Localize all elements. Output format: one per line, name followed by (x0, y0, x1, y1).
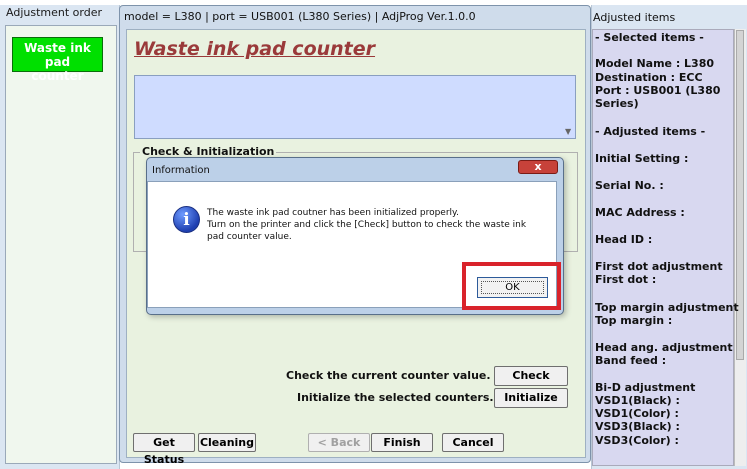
adjustment-order-list (5, 25, 117, 464)
right-line: Model Name : L380 (595, 57, 715, 70)
right-line: - Selected items - (595, 31, 704, 44)
right-line: Top margin adjustment (595, 301, 739, 314)
adjusted-items-title: Adjusted items (593, 11, 676, 24)
adjustment-order-title: Adjustment order (6, 6, 102, 19)
scroll-down-arrow-icon[interactable]: ▼ (565, 127, 571, 136)
right-line: Head ID : (595, 233, 653, 246)
dialog-title: Information (152, 165, 210, 176)
info-icon: i (173, 206, 200, 233)
dialog-message: The waste ink pad coutner has been initi… (207, 207, 542, 243)
cancel-button[interactable]: Cancel (442, 433, 504, 452)
back-button[interactable]: < Back (308, 433, 370, 452)
right-line: MAC Address : (595, 206, 685, 219)
dialog-message-line: pad counter value. (207, 232, 292, 242)
right-line: Initial Setting : (595, 152, 689, 165)
right-line: Head ang. adjustment (595, 341, 733, 354)
right-line: First dot : (595, 273, 657, 286)
right-line: Bi-D adjustment (595, 381, 696, 394)
right-line: VSD1(Black) : (595, 394, 680, 407)
right-line: Destination : ECC (595, 71, 703, 84)
right-line: VSD1(Color) : (595, 407, 679, 420)
get-status-button[interactable]: Get Status (133, 433, 195, 466)
info-textbox[interactable] (134, 75, 576, 139)
page-title: Waste ink pad counter (134, 38, 376, 60)
initialize-instruction: Initialize the selected counters. --> (297, 391, 516, 404)
right-line: - Adjusted items - (595, 125, 706, 138)
right-line: Series) (595, 97, 639, 110)
right-line: First dot adjustment (595, 260, 723, 273)
item-label-line1: Waste ink pad (24, 41, 91, 69)
finish-button[interactable]: Finish (371, 433, 433, 452)
right-line: VSD3(Color) : (595, 434, 679, 447)
check-instruction: Check the current counter value. --> (286, 369, 513, 382)
right-line: Port : USB001 (L380 (595, 84, 721, 97)
waste-ink-pad-counter-item[interactable]: Waste ink pad counter (12, 37, 103, 83)
main-window-title: model = L380 | port = USB001 (L380 Serie… (124, 10, 476, 23)
close-icon[interactable]: x (518, 160, 558, 174)
right-line: Serial No. : (595, 179, 664, 192)
item-label-line2: counter (31, 69, 84, 83)
check-button[interactable]: Check (494, 366, 568, 386)
right-line: VSD3(Black) : (595, 420, 680, 433)
right-line: Band feed : (595, 354, 667, 367)
dialog-message-line: The waste ink pad coutner has been initi… (207, 208, 459, 218)
right-line: Top margin : (595, 314, 673, 327)
dialog-message-line: Turn on the printer and click the [Check… (207, 220, 527, 230)
cleaning-button[interactable]: Cleaning (198, 433, 256, 452)
initialize-button[interactable]: Initialize (494, 388, 568, 408)
ok-focus-rect (481, 281, 544, 294)
